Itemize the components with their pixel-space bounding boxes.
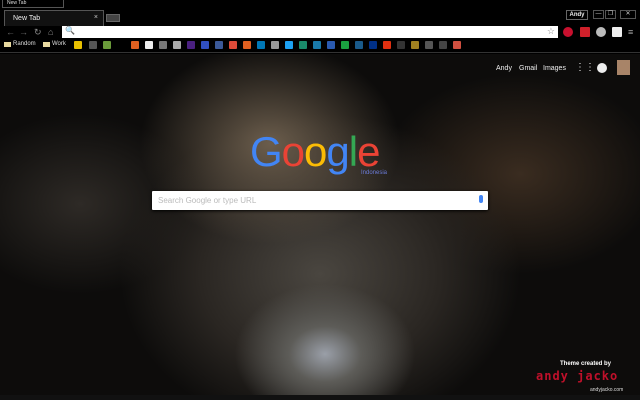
bookmark-favicon[interactable] xyxy=(229,41,237,49)
bookmark-favicon[interactable] xyxy=(201,41,209,49)
bookmark-favicon[interactable] xyxy=(145,41,153,49)
minimize-button[interactable]: — xyxy=(593,10,604,19)
bookmark-favicon[interactable] xyxy=(439,41,447,49)
title-bar: New Tab xyxy=(0,0,640,8)
bookmark-favicon[interactable] xyxy=(215,41,223,49)
extension-icon[interactable] xyxy=(596,27,606,37)
avatar[interactable] xyxy=(617,60,630,75)
bookmark-favicon[interactable] xyxy=(341,41,349,49)
back-icon[interactable]: ← xyxy=(6,27,15,37)
bookmark-folder-work[interactable]: Work xyxy=(43,41,66,47)
extension-icon[interactable] xyxy=(563,27,573,37)
status-bar xyxy=(0,395,640,400)
profile-button[interactable]: Andy xyxy=(566,10,588,20)
new-tab-button[interactable] xyxy=(106,14,120,22)
bookmark-favicon[interactable] xyxy=(74,41,82,49)
bookmark-favicon[interactable] xyxy=(327,41,335,49)
reload-icon[interactable]: ↻ xyxy=(34,27,42,38)
search-box[interactable]: Search Google or type URL xyxy=(152,191,488,210)
extension-icon[interactable] xyxy=(612,27,622,37)
theme-url[interactable]: andyjacko.com xyxy=(590,387,623,393)
bookmark-favicon[interactable] xyxy=(285,41,293,49)
gmail-link[interactable]: Gmail xyxy=(519,65,537,72)
bookmark-favicon[interactable] xyxy=(243,41,251,49)
bookmark-favicon[interactable] xyxy=(425,41,433,49)
close-tab-icon[interactable]: × xyxy=(94,14,98,21)
bookmark-folder-random[interactable]: Random xyxy=(4,41,36,47)
logo-subtitle: Indonesia xyxy=(361,170,388,176)
menu-icon[interactable]: ≡ xyxy=(628,27,633,37)
bookmark-favicon[interactable] xyxy=(397,41,405,49)
title-bar-tab: New Tab xyxy=(2,0,64,8)
bookmark-favicon[interactable] xyxy=(355,41,363,49)
apps-icon[interactable]: ⋮⋮ xyxy=(575,62,595,73)
bookmark-favicon[interactable] xyxy=(89,41,97,49)
forward-icon[interactable]: → xyxy=(19,27,28,37)
tab-strip: New Tab × xyxy=(0,9,640,26)
folder-icon xyxy=(43,41,50,47)
microphone-icon[interactable] xyxy=(479,195,483,203)
home-icon[interactable]: ⌂ xyxy=(48,27,53,37)
bookmark-favicon[interactable] xyxy=(369,41,377,49)
maximize-button[interactable]: ❐ xyxy=(605,10,616,19)
bookmark-favicon[interactable] xyxy=(117,41,125,49)
close-window-button[interactable]: ✕ xyxy=(620,10,636,19)
bookmark-favicon[interactable] xyxy=(313,41,321,49)
bookmark-star-icon[interactable]: ☆ xyxy=(547,26,555,37)
bookmark-favicon[interactable] xyxy=(187,41,195,49)
bookmark-favicon[interactable] xyxy=(299,41,307,49)
theme-brand-logo: andy jacko xyxy=(536,369,619,383)
bookmark-favicon[interactable] xyxy=(453,41,461,49)
bookmark-favicon[interactable] xyxy=(411,41,419,49)
user-link[interactable]: Andy xyxy=(496,65,512,72)
notifications-icon[interactable] xyxy=(597,63,607,73)
bookmark-favicon[interactable] xyxy=(131,41,139,49)
extension-icon[interactable] xyxy=(580,27,590,37)
images-link[interactable]: Images xyxy=(543,65,566,72)
bookmark-favicon[interactable] xyxy=(103,41,111,49)
tab-new-tab[interactable]: New Tab × xyxy=(4,10,104,26)
bookmark-favicon[interactable] xyxy=(383,41,391,49)
search-placeholder: Search Google or type URL xyxy=(158,196,257,205)
theme-credit: Theme created by xyxy=(560,361,612,367)
bookmark-favicon[interactable] xyxy=(271,41,279,49)
bookmark-favicon[interactable] xyxy=(257,41,265,49)
search-icon: 🔍 xyxy=(65,26,75,35)
folder-icon xyxy=(4,41,11,47)
bookmark-favicon[interactable] xyxy=(173,41,181,49)
bookmark-favicon[interactable] xyxy=(159,41,167,49)
omnibox[interactable]: 🔍 ☆ xyxy=(62,26,558,38)
new-tab-page-background xyxy=(0,54,640,400)
tab-title: New Tab xyxy=(13,15,41,22)
google-logo: Google xyxy=(250,128,380,175)
